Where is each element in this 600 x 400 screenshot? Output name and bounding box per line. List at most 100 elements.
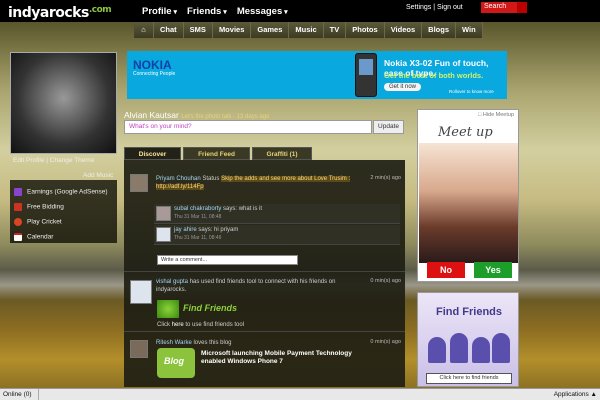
find-friends-banner[interactable]: Find Friends Click here to find friends	[417, 292, 519, 387]
avatar[interactable]	[156, 206, 171, 221]
subnav-music[interactable]: Music	[289, 22, 324, 38]
profile-links: Edit Profile | Change Theme	[13, 157, 95, 164]
top-bar: indyarocks.com Profile Friends Messages …	[0, 0, 600, 22]
post-time: 2 min(s) ago	[370, 175, 401, 181]
edit-profile-link[interactable]: Edit Profile	[13, 157, 44, 164]
sidebar-item-bidding[interactable]: Free Bidding	[14, 203, 64, 211]
ad-brand: NOKIA	[133, 58, 172, 72]
meetup-photo[interactable]	[419, 143, 518, 263]
comment: jay ahire says: hi priyam Thu 31 Mar 11,…	[154, 225, 400, 245]
people-icon	[426, 329, 512, 363]
tab-friend-feed[interactable]: Friend Feed	[183, 147, 250, 160]
hide-meetup-link[interactable]: □ Hide Meetup	[478, 112, 514, 118]
applications-menu[interactable]: Applications ▲	[554, 391, 597, 398]
calendar-icon	[14, 233, 22, 241]
sidebar-item-cricket[interactable]: Play Cricket	[14, 218, 62, 226]
post-author[interactable]: Ritesh Warke	[156, 340, 192, 346]
site-logo[interactable]: indyarocks.com	[8, 5, 112, 21]
sidebar-item-calendar[interactable]: Calendar	[14, 233, 53, 241]
avatar[interactable]	[130, 340, 148, 358]
avatar[interactable]	[130, 280, 152, 304]
ad-brand-tag: Connecting People	[133, 71, 176, 77]
subnav-videos[interactable]: Videos	[384, 22, 423, 38]
post-text: Priyam Chouhan Status Skip the adds and …	[156, 175, 356, 191]
link-prefix: Click	[157, 322, 170, 328]
update-button[interactable]: Update	[373, 120, 404, 134]
find-friends-button[interactable]: Click here to find friends	[426, 373, 512, 384]
blog-icon-label: Blog	[164, 356, 184, 366]
hide-meetup-label: Hide Meetup	[482, 112, 514, 118]
subnav-blogs[interactable]: Blogs	[422, 22, 456, 38]
find-friends-tool[interactable]: Find Friends	[183, 303, 237, 313]
meetup-widget: □ Hide Meetup Meet up No Yes	[417, 109, 519, 282]
comment-time: Thu 31 Mar 11, 08:48	[174, 214, 222, 220]
link-suffix: to use find friends tool	[185, 322, 245, 328]
adsense-icon	[14, 188, 22, 196]
profile-header: Alvian Kautsar Let's the photo talk - 13…	[124, 110, 269, 120]
sidebar-item-label: Free Bidding	[27, 203, 64, 211]
tab-graffiti[interactable]: Graffiti (1)	[252, 147, 312, 160]
subnav-games[interactable]: Games	[251, 22, 290, 38]
sidebar-item-earnings[interactable]: Earnings (Google AdSense)	[14, 188, 108, 196]
subnav-chat[interactable]: Chat	[154, 22, 184, 38]
tab-discover[interactable]: Discover	[124, 147, 181, 160]
applications-label: Applications	[553, 391, 589, 398]
subnav-win[interactable]: Win	[456, 22, 483, 38]
online-count[interactable]: Online (0)	[3, 391, 32, 398]
cricket-icon	[14, 218, 22, 226]
subnav-photos[interactable]: Photos	[346, 22, 385, 38]
find-friends-link: Click here to use find friends tool	[157, 321, 244, 329]
blog-title[interactable]: Microsoft launching Mobile Payment Techn…	[201, 350, 376, 366]
bidding-icon	[14, 203, 22, 211]
avatar[interactable]	[130, 174, 148, 192]
status-bar: Online (0) Applications ▲	[0, 388, 600, 400]
nav-friends[interactable]: Friends	[187, 6, 227, 17]
nav-profile[interactable]: Profile	[142, 6, 177, 17]
post-text: Ritesh Warke loves this blog	[156, 339, 232, 347]
post-time: 0 min(s) ago	[370, 278, 401, 284]
ad-banner[interactable]: NOKIA Connecting People Nokia X3-02 Fun …	[127, 51, 507, 99]
comment-body: says: what is it	[223, 206, 263, 212]
yes-button[interactable]: Yes	[474, 262, 512, 278]
ad-cta-button[interactable]: Get it now	[384, 83, 422, 91]
comment-input[interactable]: Write a comment...	[157, 255, 298, 265]
post-content: loves this blog	[193, 340, 232, 346]
search-label: Search	[484, 3, 507, 10]
avatar[interactable]	[156, 227, 171, 242]
sidebar-item-label: Calendar	[27, 233, 54, 241]
account-links: Settings | Sign out	[406, 4, 463, 11]
phone-icon	[355, 53, 377, 97]
post-time: 0 min(s) ago	[370, 339, 401, 345]
home-icon[interactable]: ⌂	[134, 22, 154, 38]
profile-photo[interactable]	[10, 52, 117, 154]
here-link[interactable]: here	[172, 322, 184, 328]
subnav-sms[interactable]: SMS	[183, 22, 213, 38]
comment-text: jay ahire says: hi priyam	[174, 226, 238, 234]
sidebar-item-label: Play Cricket	[27, 218, 62, 226]
post-author[interactable]: vishal gupta	[156, 279, 188, 285]
username[interactable]: Alvian Kautsar	[124, 110, 179, 120]
find-friends-icon[interactable]	[157, 300, 179, 318]
logo-suffix: .com	[88, 5, 112, 15]
search-icon[interactable]	[517, 2, 527, 13]
search-input[interactable]: Search	[481, 2, 527, 13]
no-button[interactable]: No	[427, 262, 465, 278]
subnav-tv[interactable]: TV	[323, 22, 347, 38]
status-input[interactable]: What's on your mind?	[124, 120, 372, 134]
find-friends-title: Find Friends	[436, 306, 502, 318]
subnav-movies[interactable]: Movies	[212, 22, 252, 38]
add-music-link[interactable]: Add Music	[83, 172, 113, 179]
comment-author[interactable]: subal chakraborty	[174, 206, 221, 212]
comment-text: subal chakraborty says: what is it	[174, 205, 262, 213]
blog-icon[interactable]: Blog	[157, 348, 195, 378]
signout-link[interactable]: Sign out	[437, 4, 463, 11]
sidebar-item-label: Earnings (Google AdSense)	[27, 188, 108, 196]
top-nav: Profile Friends Messages	[142, 6, 288, 17]
nav-messages[interactable]: Messages	[237, 6, 288, 17]
post-action: Status	[202, 176, 220, 182]
comment: subal chakraborty says: what is it Thu 3…	[154, 204, 400, 224]
change-theme-link[interactable]: Change Theme	[50, 157, 95, 164]
post-author[interactable]: Priyam Chouhan	[156, 176, 201, 182]
comment-author[interactable]: jay ahire	[174, 227, 197, 233]
settings-link[interactable]: Settings	[406, 4, 431, 11]
